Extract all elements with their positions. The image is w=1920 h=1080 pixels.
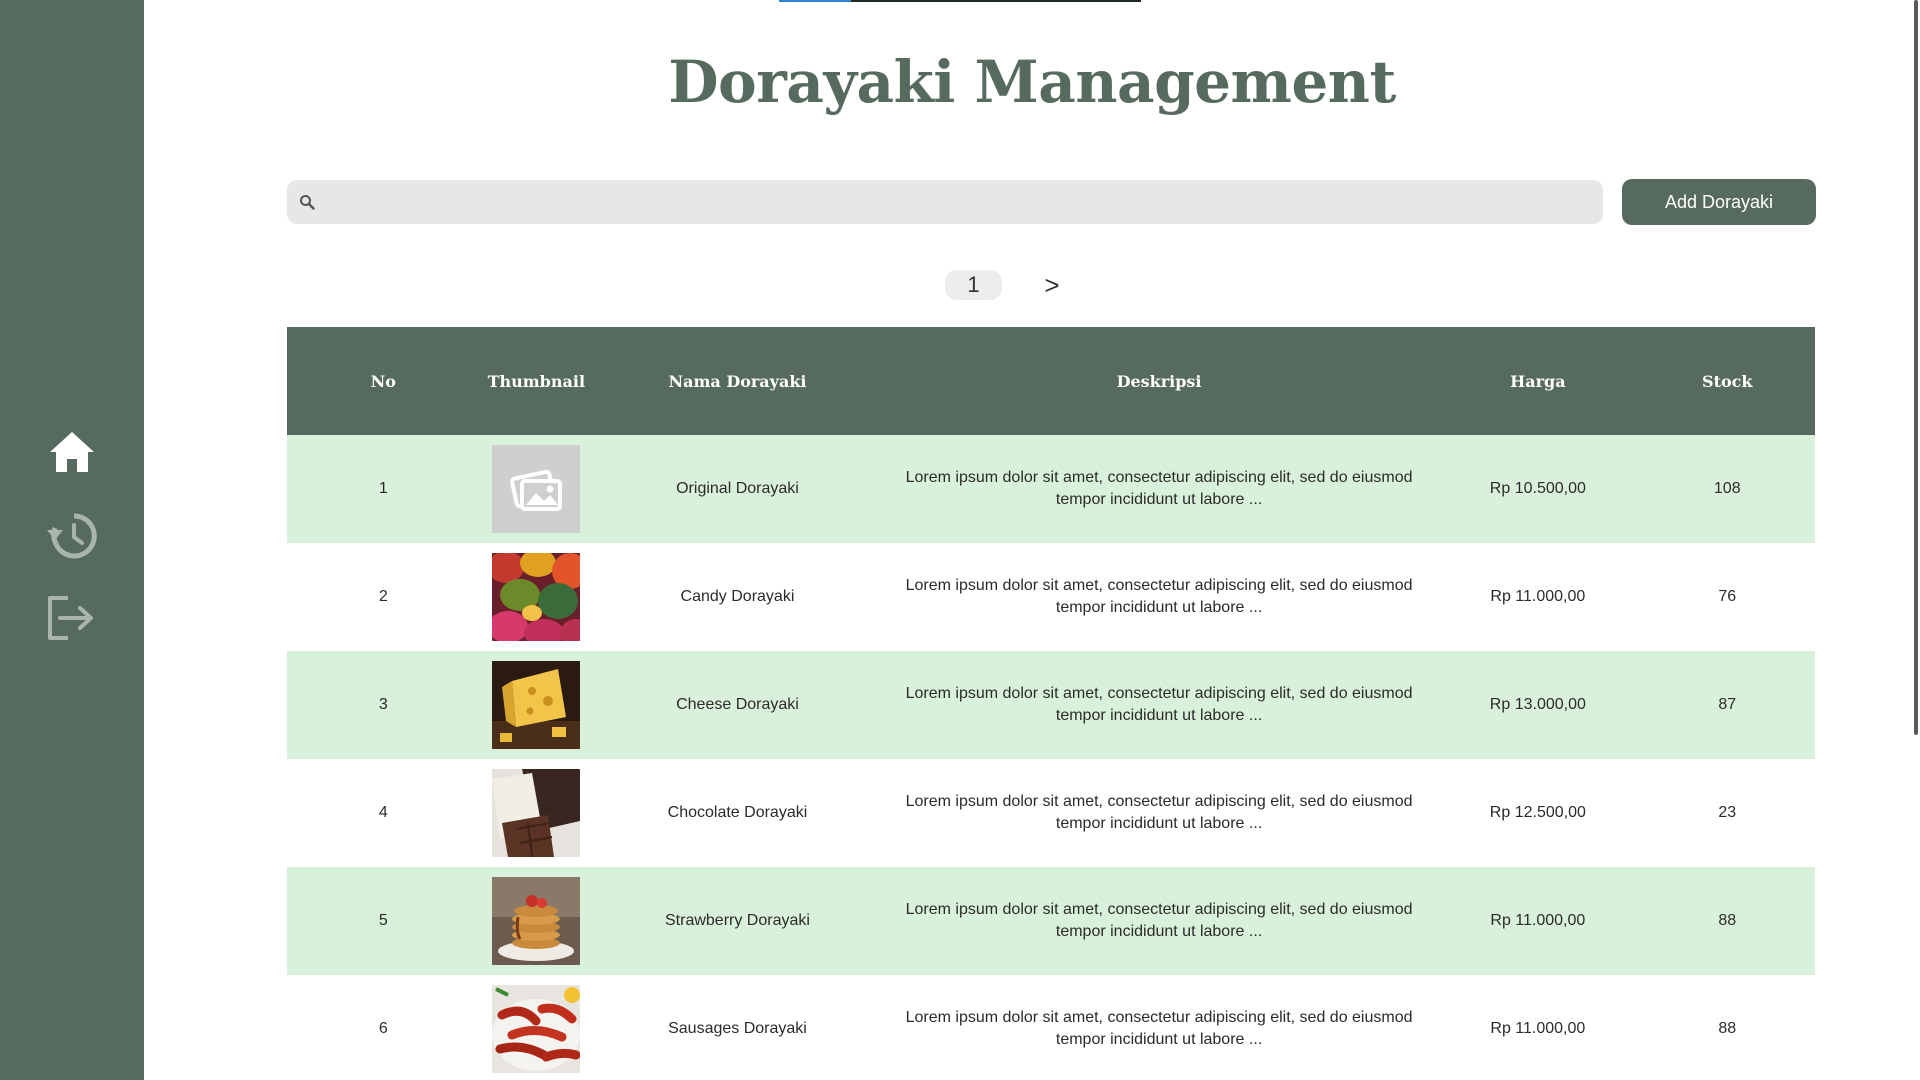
cell-price: Rp 11.000,00 xyxy=(1436,867,1640,975)
logout-icon xyxy=(48,596,93,640)
dorayaki-table: No Thumbnail Nama Dorayaki Deskripsi Har… xyxy=(287,327,1815,1080)
page-number-current[interactable]: 1 xyxy=(945,270,1002,300)
cell-price: Rp 10.500,00 xyxy=(1436,435,1640,543)
cell-price: Rp 12.500,00 xyxy=(1436,759,1640,867)
cheese-image xyxy=(492,661,581,749)
cell-thumbnail xyxy=(479,975,594,1080)
scrollbar[interactable] xyxy=(1912,0,1920,1080)
table-header-row: No Thumbnail Nama Dorayaki Deskripsi Har… xyxy=(287,327,1815,435)
cell-name: Cheese Dorayaki xyxy=(593,651,882,759)
cell-thumbnail xyxy=(479,867,594,975)
cell-description: Lorem ipsum dolor sit amet, consectetur … xyxy=(881,975,1437,1080)
cell-name: Original Dorayaki xyxy=(593,435,882,543)
cell-name: Strawberry Dorayaki xyxy=(593,867,882,975)
table-row[interactable]: 5 Strawberry Dorayaki Lorem ipsum dolor … xyxy=(287,867,1815,975)
column-header-description: Deskripsi xyxy=(881,327,1437,435)
add-dorayaki-button[interactable]: Add Dorayaki xyxy=(1622,179,1816,225)
chocolate-image xyxy=(492,769,581,857)
cell-description: Lorem ipsum dolor sit amet, consectetur … xyxy=(881,759,1437,867)
history-icon xyxy=(47,513,97,559)
table-row[interactable]: 4 Chocolate Dorayaki Lorem ipsum dolor s… xyxy=(287,759,1815,867)
sausages-image xyxy=(492,985,581,1073)
sidebar xyxy=(0,0,144,1080)
column-header-stock: Stock xyxy=(1639,327,1815,435)
cell-description: Lorem ipsum dolor sit amet, consectetur … xyxy=(881,435,1437,543)
placeholder-image-icon xyxy=(492,445,581,533)
cell-stock: 87 xyxy=(1639,651,1815,759)
cell-thumbnail xyxy=(479,435,594,543)
cell-stock: 23 xyxy=(1639,759,1815,867)
cell-price: Rp 11.000,00 xyxy=(1436,543,1640,651)
column-header-name: Nama Dorayaki xyxy=(593,327,882,435)
next-page-button[interactable]: > xyxy=(1040,270,1064,300)
table-row[interactable]: 6 Sausages Dorayaki Lorem ipsum dolor si… xyxy=(287,975,1815,1080)
page-title: Dorayaki Management xyxy=(668,48,1396,116)
table-row[interactable]: 2 Candy Dorayaki Lorem ipsum dolor sit a… xyxy=(287,543,1815,651)
cell-no: 5 xyxy=(287,867,480,975)
cell-no: 6 xyxy=(287,975,480,1080)
cell-name: Chocolate Dorayaki xyxy=(593,759,882,867)
cell-price: Rp 13.000,00 xyxy=(1436,651,1640,759)
column-header-price: Harga xyxy=(1436,327,1640,435)
cell-name: Candy Dorayaki xyxy=(593,543,882,651)
strawberry-pancake-image xyxy=(492,877,581,965)
cell-no: 2 xyxy=(287,543,480,651)
search-bar[interactable] xyxy=(287,180,1603,224)
cell-description: Lorem ipsum dolor sit amet, consectetur … xyxy=(881,543,1437,651)
search-input[interactable] xyxy=(315,180,1603,224)
column-header-no: No xyxy=(287,327,480,435)
cell-description: Lorem ipsum dolor sit amet, consectetur … xyxy=(881,867,1437,975)
search-icon xyxy=(300,195,315,210)
cell-stock: 88 xyxy=(1639,975,1815,1080)
loading-bar-fill xyxy=(779,0,851,2)
cell-name: Sausages Dorayaki xyxy=(593,975,882,1080)
home-icon xyxy=(50,432,94,472)
cell-price: Rp 11.000,00 xyxy=(1436,975,1640,1080)
cell-stock: 76 xyxy=(1639,543,1815,651)
sidebar-item-logout[interactable] xyxy=(44,590,100,646)
table-row[interactable]: 3 Cheese Dorayaki Lorem ipsum dolor sit … xyxy=(287,651,1815,759)
candy-image xyxy=(492,553,581,641)
cell-description: Lorem ipsum dolor sit amet, consectetur … xyxy=(881,651,1437,759)
sidebar-item-home[interactable] xyxy=(44,424,100,480)
scrollbar-thumb[interactable] xyxy=(1914,0,1918,735)
cell-no: 4 xyxy=(287,759,480,867)
pagination: 1 > xyxy=(0,270,1920,302)
cell-no: 1 xyxy=(287,435,480,543)
cell-no: 3 xyxy=(287,651,480,759)
loading-bar xyxy=(779,0,1141,2)
cell-stock: 88 xyxy=(1639,867,1815,975)
cell-thumbnail xyxy=(479,651,594,759)
sidebar-item-history[interactable] xyxy=(44,508,100,564)
cell-thumbnail xyxy=(479,543,594,651)
column-header-thumbnail: Thumbnail xyxy=(479,327,594,435)
table-row[interactable]: 1 Original Dorayaki Lorem ipsum dolor si… xyxy=(287,435,1815,543)
cell-stock: 108 xyxy=(1639,435,1815,543)
cell-thumbnail xyxy=(479,759,594,867)
